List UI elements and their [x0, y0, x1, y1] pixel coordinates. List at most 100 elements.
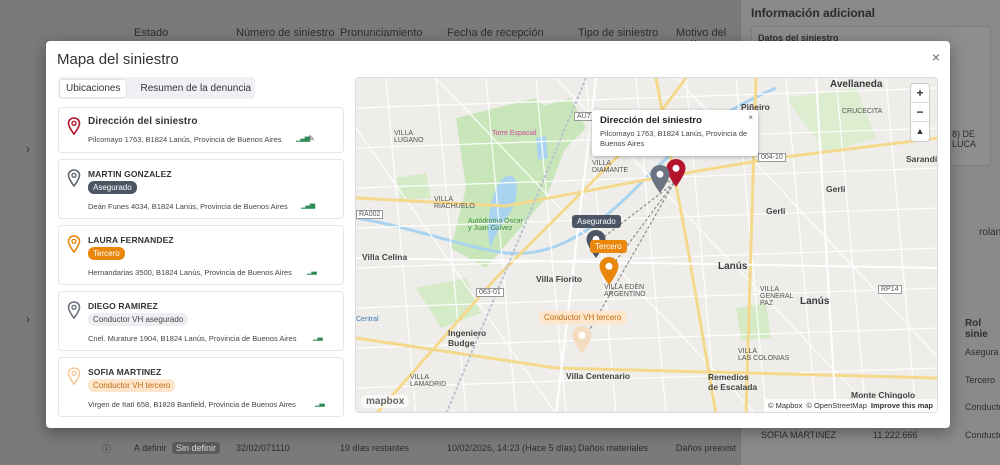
rol-header: Rol sinie	[965, 318, 988, 340]
col-tipo: Tipo de siniestro	[578, 27, 659, 39]
close-icon[interactable]: ×	[932, 50, 940, 64]
road-shield: AU7	[574, 112, 594, 121]
location-card-sofia[interactable]: SOFIA MARTINEZ Conductor VH tercero Virg…	[58, 357, 344, 417]
location-address: Pilcomayo 1763, B1824 Lanús, Provincia d…	[88, 135, 282, 144]
rol-value: Asegura	[965, 347, 999, 357]
map-modal: Mapa del siniestro × Ubicaciones Resumen…	[46, 41, 950, 428]
row-chip: Sin definir	[172, 442, 221, 454]
map-pin-icon	[67, 235, 81, 253]
map-label: Remedios de Escalada	[708, 372, 758, 392]
map-label: Autódromo Oscar y Juan Gálvez	[468, 218, 523, 232]
map-view[interactable]: Avellaneda Piñeiro CRUCECITA VILLA LUGAN…	[355, 77, 938, 413]
location-address: Hernandarias 3500, B1824 Lanús, Provinci…	[88, 268, 292, 277]
map-label: Ingeniero Budge	[448, 328, 487, 348]
signal-icon: ▁▃	[313, 334, 323, 341]
location-card-siniestro[interactable]: Dirección del siniestro Pilcomayo 1763, …	[58, 107, 344, 153]
location-card-diego[interactable]: DIEGO RAMIREZ Conductor VH asegurado Cne…	[58, 291, 344, 351]
signal-icon: ▁▃	[315, 400, 325, 407]
col-numero: Número de siniestro	[236, 27, 335, 39]
marker-tag-tercero: Tercero	[590, 240, 627, 253]
map-label: Lanús	[800, 296, 830, 307]
road-shield: RP14	[878, 285, 902, 294]
map-label: Villa Fiorito	[536, 274, 583, 284]
signal-icon: ▁▃	[307, 268, 317, 275]
attribution-mapbox[interactable]: © Mapbox	[768, 401, 802, 410]
third-party-marker-icon[interactable]	[598, 256, 620, 286]
popup-address: Pilcomayo 1763, B1824 Lanús, Provincia d…	[600, 129, 748, 148]
attribution-osm[interactable]: © OpenStreetMap	[806, 401, 867, 410]
location-name: SOFIA MARTINEZ	[88, 367, 162, 377]
row-expand-chevron: ›	[26, 142, 30, 156]
map-attribution: © Mapbox © OpenStreetMap Improve this ma…	[764, 399, 937, 412]
map-label: Central	[356, 316, 379, 323]
popup-close-icon[interactable]: ×	[748, 113, 753, 122]
map-label: Avellaneda	[830, 79, 883, 90]
map-label: Lanús	[718, 261, 748, 272]
map-pin-icon	[67, 117, 81, 135]
role-badge: Conductor VH asegurado	[88, 313, 189, 326]
improve-map-link[interactable]: Improve this map	[871, 401, 933, 410]
map-label: Villa Celina	[362, 252, 408, 262]
background-table-header: Estado Número de siniestro Pronunciamien…	[0, 0, 740, 51]
incident-popup: Dirección del siniestro Pilcomayo 1763, …	[592, 110, 758, 156]
row-tipo: Daños materiales	[578, 443, 649, 453]
row-dias: 19 días restantes	[340, 443, 410, 453]
row-estado: A definir	[134, 443, 167, 453]
col-fecha: Fecha de recepción	[447, 27, 544, 39]
map-label: Gerli	[766, 206, 786, 216]
locations-list: Dirección del siniestro Pilcomayo 1763, …	[58, 107, 344, 423]
road-shield: RA002	[356, 210, 384, 219]
col-estado: Estado	[134, 27, 169, 39]
map-label: VILLA LAS COLONIAS	[738, 348, 790, 362]
tab-ubicaciones[interactable]: Ubicaciones	[60, 79, 127, 97]
map-label: VILLA RIACHUELO	[434, 196, 475, 210]
person-dni: 11.222.666	[873, 430, 918, 440]
signal-icon: ▁▃▅	[301, 202, 315, 209]
map-label: Torre Espacial	[492, 130, 537, 137]
row-fecha: 10/02/2026, 14:23 (Hace 5 días)	[447, 443, 577, 453]
map-label: Villa Centenario	[566, 371, 631, 381]
role-badge: Tercero	[88, 247, 125, 260]
map-label: Sarandí	[906, 154, 938, 164]
zoom-out-button[interactable]: −	[911, 103, 929, 122]
location-card-laura[interactable]: LAURA FERNANDEZ Tercero Hernandarias 350…	[58, 225, 344, 285]
modal-title: Mapa del siniestro	[57, 51, 179, 68]
map-controls: + − ▲	[911, 84, 929, 141]
role-badge: Asegurado	[88, 181, 137, 194]
role-badge: Conductor VH tercero	[88, 379, 176, 392]
background-table-row: ⓘ A definir Sin definir 32/02/071110 19 …	[0, 435, 740, 461]
map-label: VILLA DIAMANTE	[592, 160, 629, 174]
edit-icon[interactable]: ✎	[308, 134, 315, 143]
map-pin-icon	[67, 367, 81, 385]
mapbox-logo[interactable]: mapbox	[361, 395, 410, 408]
row-numero: 32/02/071110	[236, 443, 290, 453]
map-pin-icon	[67, 301, 81, 319]
marker-tag-conductor-tercero: Conductor VH tercero	[539, 311, 627, 324]
location-name: LAURA FERNANDEZ	[88, 235, 174, 245]
third-party-driver-marker-icon[interactable]	[571, 325, 593, 355]
tab-resumen-denuncia[interactable]: Resumen de la denuncia	[134, 80, 257, 97]
rol-value: Tercero	[965, 375, 996, 385]
marker-tag-asegurado: Asegurado	[572, 215, 621, 228]
map-label: VILLA GENERAL PAZ	[760, 286, 794, 307]
partial-text: 8) DE LUCA	[952, 129, 977, 149]
panel-title: Información adicional	[751, 6, 876, 20]
zoom-in-button[interactable]: +	[911, 84, 929, 103]
map-label: VILLA LUGANO	[394, 130, 424, 144]
map-label: CRUCECITA	[842, 108, 883, 115]
col-pronunciamiento: Pronunciamiento	[340, 27, 423, 39]
person-name: SOFIA MARTINEZ	[761, 430, 836, 440]
map-label: VILLA LAMADRID	[410, 374, 447, 388]
partial-text: rolan	[979, 227, 1000, 238]
location-address: Deán Funes 4034, B1824 Lanús, Provincia …	[88, 202, 288, 211]
location-address: Virgen de Itatí 658, B1828 Banfield, Pro…	[88, 400, 296, 409]
tab-bar: Ubicaciones Resumen de la denuncia	[58, 77, 255, 99]
driver-marker-icon[interactable]	[649, 164, 671, 194]
map-label: Gerli	[826, 184, 846, 194]
compass-icon[interactable]: ▲	[911, 122, 929, 141]
popup-title: Dirección del siniestro	[600, 115, 702, 126]
map-label: VILLA EDÉN ARGENTINO	[604, 284, 646, 298]
location-card-martin[interactable]: MARTIN GONZALEZ Asegurado Deán Funes 403…	[58, 159, 344, 219]
row-motivo: Daños preexist	[676, 443, 737, 453]
location-name: Dirección del siniestro	[88, 116, 198, 127]
